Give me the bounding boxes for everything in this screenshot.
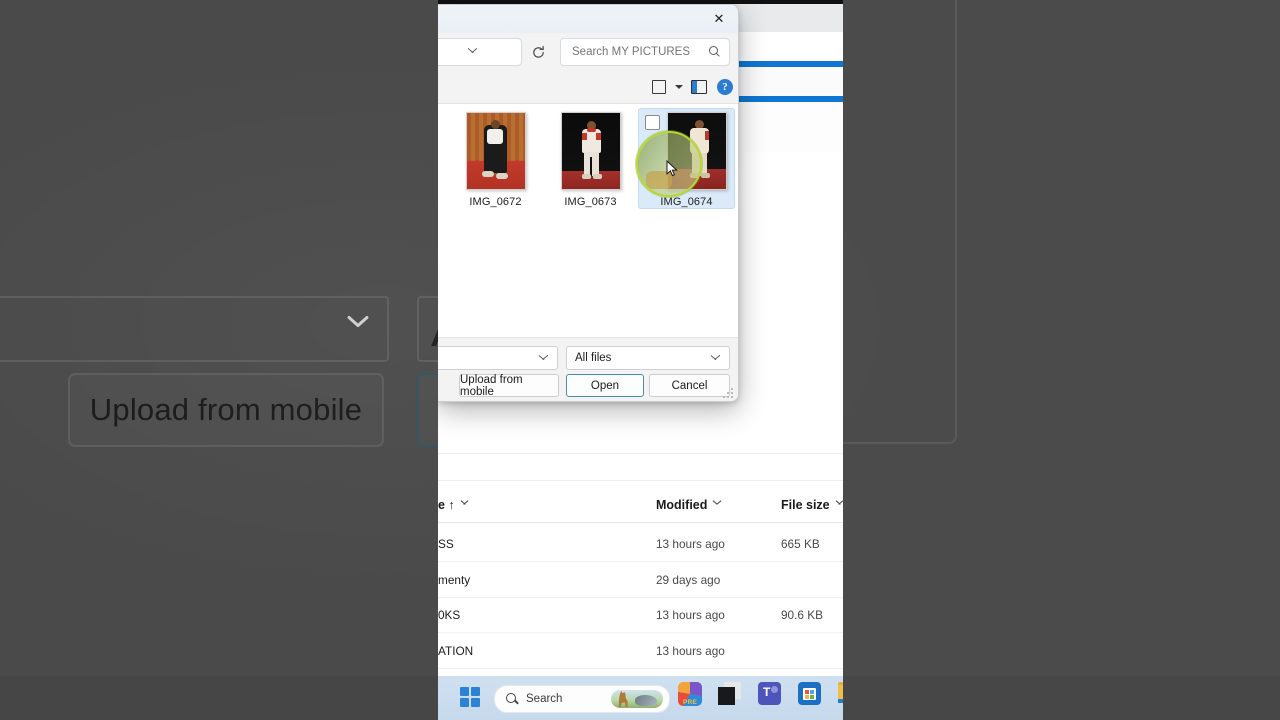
file-list-header: e ↑ Modified File size xyxy=(438,492,843,523)
store-icon[interactable] xyxy=(798,682,824,708)
chevron-down-icon xyxy=(347,316,369,338)
thumbnail-image xyxy=(465,112,526,190)
list-item[interactable]: IMG_0672 xyxy=(448,108,543,208)
view-options-dropdown[interactable] xyxy=(672,75,686,99)
column-header-modified[interactable]: Modified xyxy=(656,498,721,512)
taskbar: Search xyxy=(438,676,843,720)
cell-name: menty xyxy=(438,573,471,587)
file-name-label: IMG_0674 xyxy=(660,196,713,208)
column-header-name[interactable]: e ↑ xyxy=(438,498,469,512)
address-bar[interactable] xyxy=(438,38,522,66)
cell-name: 0KS xyxy=(438,608,461,622)
chevron-down-icon[interactable] xyxy=(710,355,721,362)
column-header-filesize[interactable]: File size xyxy=(781,498,843,512)
dark-app-icon[interactable] xyxy=(718,682,744,708)
cell-name: SS xyxy=(438,537,454,551)
preview-pane-button[interactable] xyxy=(686,75,712,99)
dialog-navigation-bar xyxy=(438,33,738,71)
cell-modified: 13 hours ago xyxy=(656,537,725,551)
column-header-name-label: e ↑ xyxy=(438,498,455,512)
dialog-view-toolbar: ? xyxy=(438,71,738,103)
magnified-filename-combo xyxy=(0,296,389,362)
magnified-filter-combo: A xyxy=(417,296,438,362)
table-row[interactable]: 0KS 13 hours ago 90.6 KB xyxy=(438,597,843,633)
background-divider xyxy=(438,480,843,481)
magnified-left-region: A Upload from mobile xyxy=(0,0,438,676)
file-explorer-icon[interactable] xyxy=(838,682,843,708)
chevron-down-icon xyxy=(835,500,843,509)
deer-icon xyxy=(618,691,628,707)
start-button[interactable] xyxy=(460,687,482,709)
search-icon xyxy=(506,693,518,705)
weather-widget-thumbnail[interactable] xyxy=(611,690,663,708)
help-icon: ? xyxy=(717,79,733,95)
cell-name: ATION xyxy=(438,644,474,658)
chevron-down-icon[interactable] xyxy=(538,355,549,362)
resize-grip-icon[interactable] xyxy=(722,388,734,399)
refresh-icon[interactable] xyxy=(531,45,546,60)
taskbar-search-label: Search xyxy=(526,693,563,705)
thumbnail-image xyxy=(560,112,621,190)
chevron-down-icon xyxy=(712,500,721,509)
mouse-cursor-icon xyxy=(666,160,678,177)
cell-filesize: 665 KB xyxy=(781,537,820,551)
list-item-selected[interactable]: IMG_0674 xyxy=(636,108,735,209)
table-row[interactable]: SS 13 hours ago 665 KB xyxy=(438,526,843,562)
upload-from-mobile-button[interactable]: Upload from mobile xyxy=(459,374,559,398)
filename-input[interactable] xyxy=(438,346,558,370)
dialog-title-bar: ✕ xyxy=(438,5,738,33)
cell-modified: 29 days ago xyxy=(656,573,721,587)
preview-pane-icon xyxy=(691,80,707,94)
cell-filesize: 90.6 KB xyxy=(781,608,823,622)
dialog-footer: All files Upload from mobile Open Cancel xyxy=(438,337,738,401)
taskbar-app-icons xyxy=(678,682,843,708)
teams-icon[interactable] xyxy=(758,682,784,708)
file-name-label: IMG_0673 xyxy=(564,196,617,208)
view-options-button[interactable] xyxy=(646,75,672,99)
help-button[interactable]: ? xyxy=(712,75,738,99)
close-icon[interactable]: ✕ xyxy=(700,5,738,33)
bird-icon xyxy=(635,695,657,706)
magnified-left-taskbar-band xyxy=(0,676,438,720)
cancel-button[interactable]: Cancel xyxy=(649,374,730,397)
magnified-upload-label: Upload from mobile xyxy=(89,392,363,427)
cell-modified: 13 hours ago xyxy=(656,608,725,622)
file-type-filter-select[interactable]: All files xyxy=(566,346,730,370)
file-picker-dialog: ✕ Search MY PICTURES ? IMG_0672 IMG_0673… xyxy=(438,4,739,402)
table-row[interactable]: ATION 13 hours ago xyxy=(438,633,843,669)
magnified-right-region xyxy=(843,0,1280,720)
magnified-upload-button: Upload from mobile xyxy=(68,373,384,447)
chevron-down-icon[interactable] xyxy=(467,48,479,56)
chevron-down-icon xyxy=(460,500,469,509)
magnified-dialog-edge xyxy=(843,0,957,444)
chevron-down-icon xyxy=(675,85,683,89)
unscaled-screen-strip: e ↑ Modified File size SS 13 hours ago 6… xyxy=(438,0,843,720)
copilot-pre-icon[interactable] xyxy=(678,682,704,708)
taskbar-search-box[interactable]: Search xyxy=(494,685,670,713)
magnified-right-taskbar-band xyxy=(843,676,1280,720)
column-header-filesize-label: File size xyxy=(781,498,830,512)
magnified-open-button xyxy=(417,373,438,447)
search-input[interactable] xyxy=(570,45,702,59)
background-divider xyxy=(438,453,843,454)
magnified-filter-text: A xyxy=(431,299,438,359)
thumbnail-grid: IMG_0672 IMG_0673 IMG_0674 xyxy=(448,108,735,209)
dialog-file-grid: IMG_0672 IMG_0673 IMG_0674 xyxy=(438,103,738,338)
view-square-icon xyxy=(652,80,666,94)
file-type-filter-value: All files xyxy=(575,352,612,364)
list-item[interactable]: IMG_0673 xyxy=(543,108,638,208)
dialog-search-box[interactable] xyxy=(560,38,730,66)
file-name-label: IMG_0672 xyxy=(469,196,522,208)
column-header-modified-label: Modified xyxy=(656,498,708,512)
table-row[interactable]: menty 29 days ago xyxy=(438,562,843,598)
open-button[interactable]: Open xyxy=(566,374,644,397)
cell-modified: 13 hours ago xyxy=(656,644,725,658)
selection-checkbox[interactable] xyxy=(645,115,660,130)
search-icon[interactable] xyxy=(708,46,720,58)
